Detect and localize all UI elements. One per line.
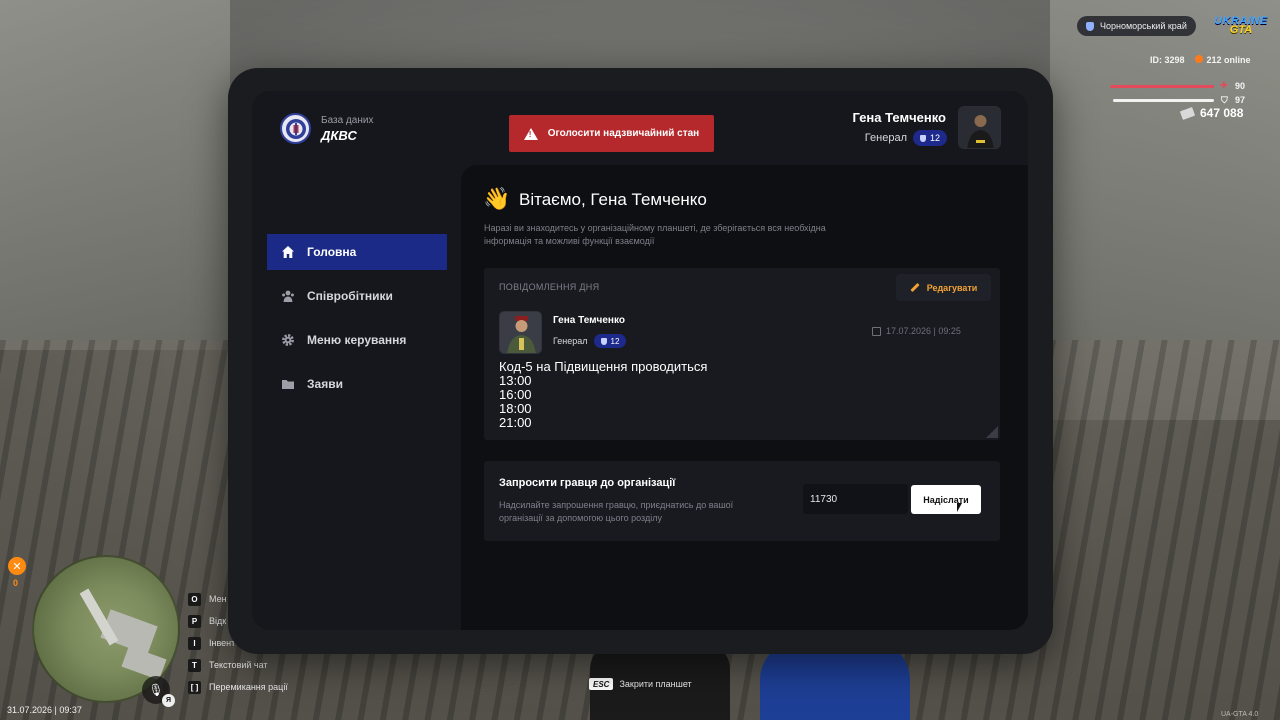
sidebar-item-label: Головна xyxy=(307,245,357,259)
hunger-value: 0 xyxy=(13,578,19,588)
author-rank: Генерал 12 xyxy=(553,334,627,348)
warning-icon xyxy=(523,127,538,140)
money-value: 647 088 xyxy=(1200,106,1244,120)
user-avatar[interactable] xyxy=(958,106,1001,149)
rank-level-badge: 12 xyxy=(593,334,627,348)
brand: База даних ДКВС xyxy=(280,113,373,144)
health-value: 90 xyxy=(1235,81,1246,91)
brand-subtitle: База даних xyxy=(321,114,374,126)
pencil-icon xyxy=(910,282,920,293)
sidebar-item-label: Співробітники xyxy=(307,289,393,303)
people-icon xyxy=(281,289,295,303)
hunger-icon: ✕ xyxy=(8,557,26,575)
online-count: 212 online xyxy=(1194,55,1251,65)
calendar-icon xyxy=(872,326,881,336)
keybind-row: T Текстовий чат xyxy=(188,654,288,676)
motd-date: 17.07.2026 | 09:25 xyxy=(872,326,961,336)
invite-description: Надсилайте запрошення гравцю, приєднатис… xyxy=(499,500,734,523)
author-name: Гена Темченко xyxy=(553,315,625,326)
emblem-icon xyxy=(280,113,311,144)
motd-text: Код-5 на Підвищення проводиться 13:00 16… xyxy=(499,360,707,430)
sidebar-item-label: Заяви xyxy=(307,377,343,391)
emergency-button-label: Оголосити надзвичайний стан xyxy=(547,128,700,139)
mouse-cursor-icon xyxy=(957,503,962,512)
shield-icon xyxy=(919,134,926,142)
send-invite-button[interactable]: Надіслати xyxy=(911,485,981,514)
motd-label: ПОВІДОМЛЕННЯ ДНЯ xyxy=(499,282,600,292)
sidebar-item-label: Меню керування xyxy=(307,333,407,347)
health-icon: ✚ xyxy=(1220,80,1228,90)
user-name: Гена Темченко xyxy=(852,110,946,125)
sidebar-item-home[interactable]: Головна xyxy=(267,234,447,270)
version-label: UA-GTA 4.0 xyxy=(1221,711,1259,718)
server-logo: UKRAINE GTA xyxy=(1212,10,1270,40)
edit-button-label: Редагувати xyxy=(926,282,978,293)
money-icon xyxy=(1179,106,1196,120)
close-tablet-label: Закрити планшет xyxy=(619,679,692,689)
game-datetime: 31.07.2026 | 09:37 xyxy=(7,705,82,715)
keybind-row: [ ] Перемикання рації xyxy=(188,676,288,698)
sidebar-item-control-menu[interactable]: Меню керування xyxy=(267,322,447,358)
player-id: ID: 3298 xyxy=(1150,55,1185,65)
intro-text: Наразі ви знаходитесь у організаційному … xyxy=(484,223,826,246)
player-id-input[interactable] xyxy=(803,484,908,514)
resize-handle[interactable] xyxy=(986,426,998,438)
armor-bar xyxy=(1113,99,1214,102)
brand-title: ДКВС xyxy=(321,127,357,143)
sidebar-item-employees[interactable]: Співробітники xyxy=(267,278,447,314)
sidebar-item-applications[interactable]: Заяви xyxy=(267,366,447,402)
logo-line2: GTA xyxy=(1229,23,1253,36)
health-bar xyxy=(1110,85,1214,88)
user-rank: Генерал 12 xyxy=(830,130,947,146)
shield-icon xyxy=(600,337,607,345)
home-icon xyxy=(281,245,295,259)
scene-wall-left xyxy=(0,0,230,350)
edit-button[interactable]: Редагувати xyxy=(896,274,991,301)
close-tablet-hint: ESC Закрити планшет xyxy=(589,678,692,690)
author-rank-label: Генерал xyxy=(553,336,588,346)
motd-line: 13:00 xyxy=(499,373,532,388)
author-avatar xyxy=(499,311,542,354)
armor-value: 97 xyxy=(1235,95,1246,105)
declare-emergency-button[interactable]: Оголосити надзвичайний стан xyxy=(509,115,714,152)
voice-lang-badge: Я xyxy=(162,694,175,707)
gear-icon xyxy=(281,333,295,347)
motd-line: 21:00 xyxy=(499,415,532,430)
motd-line: 16:00 xyxy=(499,387,532,402)
online-dot-icon xyxy=(1194,55,1203,63)
armor-icon: ⛉ xyxy=(1221,95,1228,105)
shield-icon xyxy=(1086,21,1094,31)
player-info: ID: 3298 212 online xyxy=(1150,55,1251,65)
greeting-title: Вітаємо, Гена Темченко xyxy=(519,190,707,209)
region-badge: Чорноморський край xyxy=(1077,16,1196,36)
esc-key: ESC xyxy=(589,678,614,690)
folder-icon xyxy=(281,377,295,391)
user-rank-label: Генерал xyxy=(864,132,907,144)
motd-line: Код-5 на Підвищення проводиться xyxy=(499,359,708,374)
wave-icon: 👋 xyxy=(483,186,511,211)
motd-line: 18:00 xyxy=(499,401,532,416)
rank-level-badge: 12 xyxy=(912,130,947,146)
invite-title: Запросити гравця до організації xyxy=(499,477,676,489)
money-display: 647 088 xyxy=(1179,106,1244,120)
region-label: Чорноморський край xyxy=(1100,21,1187,31)
